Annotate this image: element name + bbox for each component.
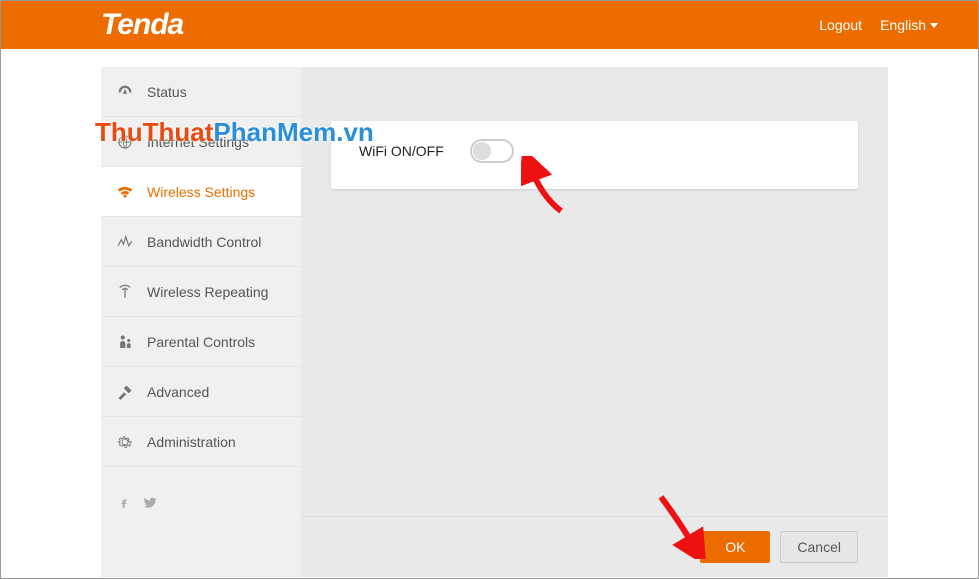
antenna-icon <box>115 282 135 302</box>
top-right-group: Logout English <box>819 17 938 33</box>
cancel-button[interactable]: Cancel <box>780 531 858 563</box>
sidebar-item-wireless-settings[interactable]: Wireless Settings <box>101 167 301 217</box>
parent-child-icon <box>115 332 135 352</box>
content-panel: WiFi ON/OFF OK Cancel <box>301 67 888 577</box>
logout-link[interactable]: Logout <box>819 17 862 33</box>
wifi-toggle-label: WiFi ON/OFF <box>359 143 444 159</box>
tools-icon <box>115 382 135 402</box>
twitter-icon[interactable] <box>141 495 157 516</box>
top-bar: Tenda Logout English <box>1 1 978 49</box>
sidebar-social <box>101 467 301 526</box>
toggle-knob <box>473 142 491 160</box>
gear-icon <box>115 432 135 452</box>
globe-icon <box>115 132 135 152</box>
wifi-onoff-card: WiFi ON/OFF <box>331 121 858 189</box>
sidebar-item-label: Advanced <box>147 384 209 400</box>
viewport-scroll[interactable]: Tenda Logout English Status Internet Set… <box>1 1 978 578</box>
activity-icon <box>115 232 135 252</box>
brand-logo: Tenda <box>101 8 183 42</box>
sidebar-item-advanced[interactable]: Advanced <box>101 367 301 417</box>
sidebar: Status Internet Settings Wireless Settin… <box>101 67 301 577</box>
page-body: Status Internet Settings Wireless Settin… <box>1 49 978 577</box>
sidebar-item-label: Internet Settings <box>147 134 249 150</box>
sidebar-item-internet-settings[interactable]: Internet Settings <box>101 117 301 167</box>
facebook-icon[interactable] <box>117 496 131 515</box>
language-label: English <box>880 17 926 33</box>
sidebar-item-label: Bandwidth Control <box>147 234 261 250</box>
chevron-down-icon <box>930 23 938 28</box>
ok-button[interactable]: OK <box>700 531 770 563</box>
gauge-icon <box>115 82 135 102</box>
form-buttons: OK Cancel <box>301 516 888 577</box>
sidebar-item-label: Wireless Settings <box>147 184 255 200</box>
language-dropdown[interactable]: English <box>880 17 938 33</box>
sidebar-item-label: Status <box>147 84 187 100</box>
wifi-icon <box>115 182 135 202</box>
sidebar-item-status[interactable]: Status <box>101 67 301 117</box>
wifi-toggle[interactable] <box>470 139 514 163</box>
sidebar-item-label: Administration <box>147 434 236 450</box>
sidebar-item-label: Wireless Repeating <box>147 284 268 300</box>
sidebar-item-parental-controls[interactable]: Parental Controls <box>101 317 301 367</box>
sidebar-item-administration[interactable]: Administration <box>101 417 301 467</box>
sidebar-item-wireless-repeating[interactable]: Wireless Repeating <box>101 267 301 317</box>
sidebar-item-bandwidth-control[interactable]: Bandwidth Control <box>101 217 301 267</box>
sidebar-item-label: Parental Controls <box>147 334 255 350</box>
